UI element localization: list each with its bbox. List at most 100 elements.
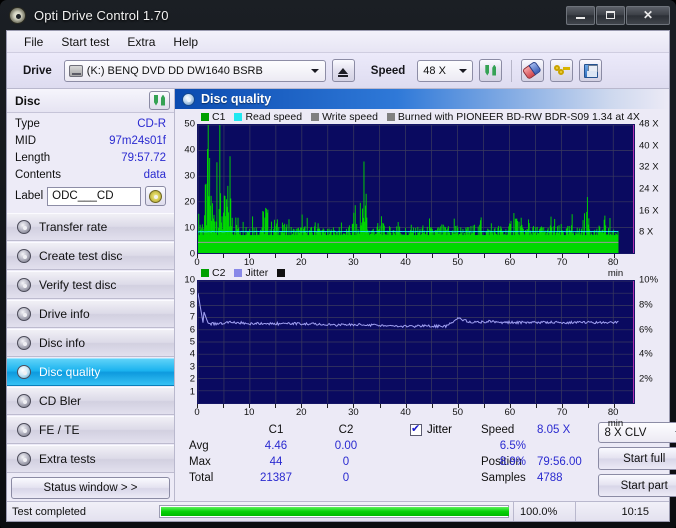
y-tick-label: 6 (189, 324, 195, 336)
stats-row-avg-c1: 4.46 (264, 440, 288, 452)
sidebar-item-disc-quality[interactable]: Disc quality (7, 358, 174, 386)
legend-item-write-speed: Write speed (311, 111, 378, 123)
sidebar-item-drive-info[interactable]: Drive info (7, 300, 174, 328)
disc-row-contents-value: data (143, 169, 166, 181)
x-tick-label: 70 (556, 257, 568, 268)
jitter-avg-value: 6.5% (499, 440, 526, 452)
x-tick-marks (197, 254, 635, 258)
y-tick-label: 4 (189, 348, 195, 360)
chart1-plot (197, 124, 635, 254)
sidebar: Disc Type CD-R MID 97m24s01f Length 79:5… (7, 89, 175, 501)
disc-icon (182, 92, 195, 106)
sidebar-item-fe-te[interactable]: FE / TE (7, 416, 174, 444)
y2-tick-label: 24 X (639, 183, 659, 195)
stats-table-wrap: C1 C2 Avg 4.46 0.00 Max 44 0 Total 21387 (175, 422, 526, 501)
legend-item-burned-with: Burned with PIONEER BD-RW BDR-S09 1.34 a… (386, 111, 640, 123)
refresh-button[interactable] (479, 59, 503, 82)
disc-row-mid: MID 97m24s01f (15, 133, 166, 150)
y-tick-label: 8 (189, 299, 195, 311)
disc-label-key: Label (15, 190, 44, 202)
speed-label: Speed (370, 64, 406, 77)
drive-select[interactable]: (K:) BENQ DVD DD DW1640 BSRB (63, 59, 326, 82)
x-tick-label: 10 (243, 257, 255, 268)
drive-label: Drive (23, 64, 52, 77)
chart1-legend: C1 Read speed Write speed Burned with PI… (175, 110, 669, 124)
menu-item-extra[interactable]: Extra (118, 33, 164, 51)
menu-item-start-test[interactable]: Start test (52, 33, 118, 51)
x-tick-marks (197, 404, 635, 408)
minimize-icon (576, 17, 585, 19)
y-tick-label: 30 (184, 170, 195, 182)
save-button[interactable] (579, 59, 603, 82)
app-disc-icon (9, 6, 26, 24)
speed-select[interactable]: 48 X (417, 59, 474, 82)
sidebar-item-cd-bler[interactable]: CD Bler (7, 387, 174, 415)
legend-item-jitter: Jitter (234, 267, 268, 279)
refresh-icon (152, 94, 167, 108)
erase-button[interactable] (521, 59, 545, 82)
jitter-label: Jitter (427, 424, 452, 436)
disc-row-length-value: 79:57.72 (121, 152, 166, 164)
eject-icon (338, 67, 349, 77)
y2-tick-label: 8% (639, 299, 653, 311)
y2-tick-label: 10% (639, 274, 659, 286)
maximize-button[interactable] (596, 5, 625, 25)
x-tick-label: 0 (194, 407, 200, 418)
y-tick-label: 1 (189, 386, 195, 398)
disc-row-contents-key: Contents (15, 169, 62, 181)
resize-grip[interactable] (657, 502, 669, 521)
start-full-button[interactable]: Start full (598, 447, 676, 470)
sidebar-item-create-test-disc[interactable]: Create test disc (7, 242, 174, 270)
sidebar-item-transfer-rate[interactable]: Transfer rate (7, 213, 174, 241)
status-window-wrap: Status window > > (7, 474, 174, 503)
x-tick-label: 0 (194, 257, 200, 268)
disc-refresh-button[interactable] (149, 91, 170, 110)
close-button[interactable]: ✕ (626, 5, 670, 25)
menu-item-help[interactable]: Help (164, 33, 207, 51)
chart2-y-axis: 1 2 3 4 5 6 7 8 9 10 (175, 275, 197, 404)
disc-row-contents: Contents data (15, 167, 166, 184)
eraser-icon (522, 60, 543, 80)
eject-button[interactable] (331, 59, 355, 82)
disc-row-type-key: Type (15, 118, 40, 130)
progress-bar (159, 505, 509, 518)
legend-label: Write speed (322, 111, 378, 123)
y-tick-label: 9 (189, 286, 195, 298)
client-area: File Start test Extra Help Drive (K:) BE… (6, 30, 676, 522)
sidebar-item-label: Extra tests (39, 452, 96, 466)
disc-row-mid-key: MID (15, 135, 37, 147)
y-tick-label: 2 (189, 373, 195, 385)
y2-tick-label: 32 X (639, 161, 659, 173)
start-part-button[interactable]: Start part (598, 474, 676, 497)
main-header: Disc quality (175, 89, 669, 109)
result-speed-value: 8.05 X (537, 424, 571, 436)
keys-button[interactable] (550, 59, 574, 82)
save-icon (583, 63, 598, 78)
disc-icon (17, 278, 31, 292)
legend-item-blank (277, 269, 286, 277)
disc-properties-button[interactable] (145, 186, 166, 206)
sidebar-item-disc-info[interactable]: Disc info (7, 329, 174, 357)
jitter-checkbox[interactable] (410, 422, 422, 436)
status-window-button[interactable]: Status window > > (11, 477, 170, 499)
chart2-block: 1 2 3 4 5 6 7 8 9 10 2% 4% 6% 8% 10% 0 10 20 30 40 50 60 70 8… (175, 275, 669, 430)
chart2-y2-axis: 2% 4% 6% 8% 10% (635, 275, 669, 404)
sidebar-item-extra-tests[interactable]: Extra tests (7, 445, 174, 473)
legend-item-c1: C1 (201, 111, 225, 123)
sidebar-item-verify-test-disc[interactable]: Verify test disc (7, 271, 174, 299)
cd-icon (149, 189, 162, 203)
disc-label-input[interactable]: ODC___CD (47, 186, 141, 206)
minimize-button[interactable] (566, 5, 595, 25)
chart1-y-axis: 0 10 20 30 40 50 (175, 119, 197, 260)
stats-row-total-c1: 21387 (260, 472, 292, 484)
x-tick-label: 70 (556, 407, 568, 418)
menu-item-file[interactable]: File (15, 33, 52, 51)
x-tick-label: 20 (295, 257, 307, 268)
toolbar-divider (511, 59, 513, 82)
legend-label: C2 (212, 267, 226, 279)
legend-label: C1 (212, 111, 226, 123)
jitter-header: Jitter (410, 422, 540, 438)
app-window: Opti Drive Control 1.70 ✕ File Start tes… (0, 0, 676, 528)
stats-header-c1: C1 (268, 424, 284, 436)
stats-header-c2: C2 (338, 424, 354, 436)
